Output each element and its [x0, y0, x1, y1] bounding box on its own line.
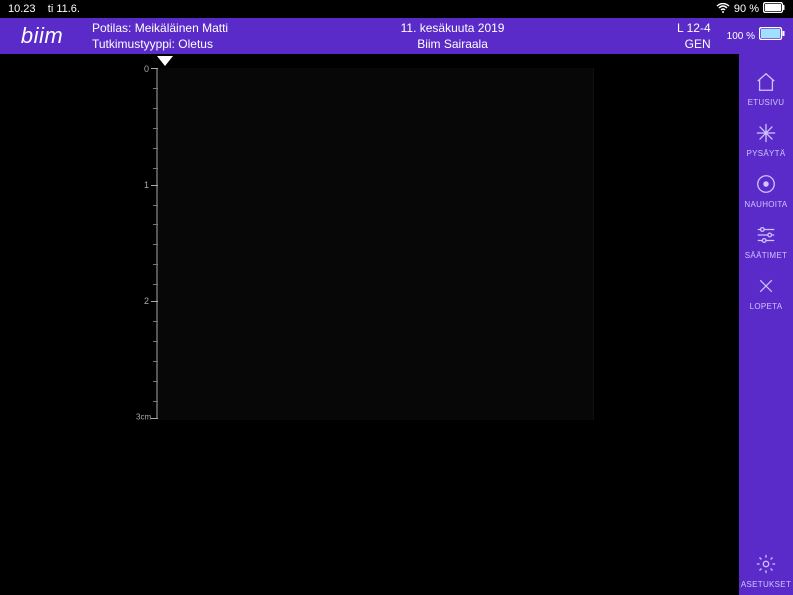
imaging-mode: GEN — [685, 36, 711, 52]
probe-battery-pct: 100 % — [727, 31, 755, 42]
record-icon — [754, 172, 778, 196]
sliders-icon — [754, 223, 778, 247]
record-label: NAUHOITA — [744, 200, 787, 209]
probe-battery: 100 % — [727, 27, 785, 45]
close-icon — [754, 274, 778, 298]
ruler-label-0: 0 — [144, 64, 735, 74]
status-bar: 10.23 ti 11.6. 90 % — [0, 0, 793, 18]
status-battery-pct: 90 % — [734, 3, 759, 15]
logo: biim — [0, 23, 84, 49]
probe-battery-icon — [759, 27, 785, 45]
info-left: Potilas: Meikäläinen Matti Tutkimustyypp… — [92, 20, 228, 52]
status-time-date: 10.23 ti 11.6. — [8, 3, 80, 15]
info-right: L 12-4 GEN — [677, 20, 711, 52]
site-name: Biim Sairaala — [417, 36, 488, 52]
app-header: biim Potilas: Meikäläinen Matti Tutkimus… — [0, 18, 793, 54]
home-label: ETUSIVU — [748, 98, 785, 107]
scan-date: 11. kesäkuuta 2019 — [401, 20, 505, 36]
probe-name: L 12-4 — [677, 20, 711, 36]
patient-label: Potilas: — [92, 21, 131, 35]
status-date: ti 11.6. — [48, 3, 80, 15]
exam-type: Oletus — [178, 37, 213, 51]
settings-label: ASETUKSET — [741, 580, 791, 589]
controls-label: SÄÄTIMET — [745, 251, 787, 260]
settings-button[interactable]: ASETUKSET — [739, 544, 793, 595]
controls-button[interactable]: SÄÄTIMET — [739, 215, 793, 266]
battery-icon — [763, 2, 785, 16]
ruler-label-1: 1 — [144, 180, 735, 190]
home-button[interactable]: ETUSIVU — [739, 62, 793, 113]
ultrasound-canvas[interactable] — [158, 68, 594, 420]
exam-label: Tutkimustyyppi: — [92, 37, 175, 51]
depth-ruler — [156, 68, 158, 418]
sidebar: ETUSIVU PYSÄYTÄ NAUHOITA SÄÄTIMET LOPETA — [739, 54, 793, 595]
stop-label: LOPETA — [750, 302, 783, 311]
info-center: 11. kesäkuuta 2019 Biim Sairaala — [228, 20, 677, 52]
pause-label: PYSÄYTÄ — [746, 149, 785, 158]
status-time: 10.23 — [8, 3, 36, 15]
wifi-icon — [716, 3, 730, 16]
status-right: 90 % — [716, 2, 785, 16]
home-icon — [754, 70, 778, 94]
record-button[interactable]: NAUHOITA — [739, 164, 793, 215]
stop-button[interactable]: LOPETA — [739, 266, 793, 317]
pause-button[interactable]: PYSÄYTÄ — [739, 113, 793, 164]
gear-icon — [754, 552, 778, 576]
snowflake-icon — [754, 121, 778, 145]
scan-area[interactable]: 0 1 2 3cm — [0, 54, 739, 595]
patient-name: Meikäläinen Matti — [135, 21, 228, 35]
ruler-label-3: 3cm — [136, 413, 735, 422]
patient-row: Potilas: Meikäläinen Matti — [92, 20, 228, 36]
ruler-label-2: 2 — [144, 296, 735, 306]
exam-row: Tutkimustyyppi: Oletus — [92, 36, 228, 52]
